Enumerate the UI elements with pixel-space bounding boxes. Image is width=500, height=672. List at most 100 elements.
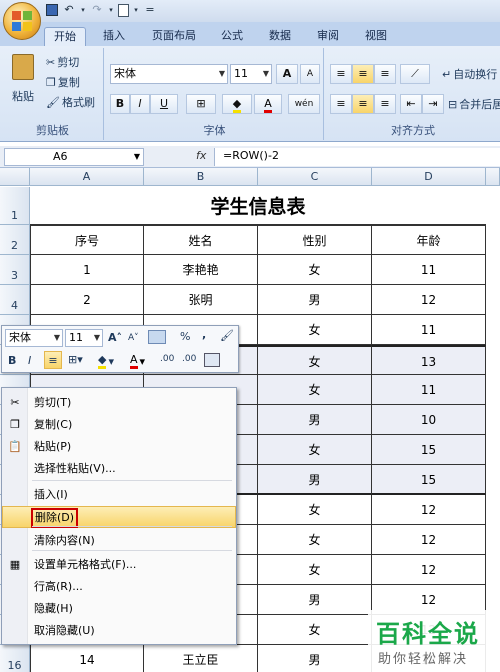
tab-data[interactable]: 数据 [262, 27, 298, 46]
mini-fill-color-icon[interactable]: ◆ ▾ [98, 353, 114, 369]
undo-dropdown-icon[interactable]: ▾ [80, 3, 86, 17]
cell-gender[interactable]: 女 [258, 435, 372, 465]
grow-font-button[interactable]: A [276, 64, 298, 84]
cut-button[interactable]: ✂ 剪切 [46, 54, 79, 70]
context-menu-item[interactable]: ▦ 设置单元格格式(F)... [2, 554, 236, 576]
cell-age[interactable]: 11 [372, 315, 486, 345]
office-button[interactable] [3, 2, 41, 40]
select-all-corner[interactable] [0, 168, 30, 186]
mini-size-combo[interactable]: 11 ▼ [65, 329, 103, 347]
undo-icon[interactable]: ↶ [62, 3, 76, 17]
mini-shrink-font-button[interactable]: A˅ [128, 333, 139, 343]
font-size-combo[interactable]: 11 ▼ [230, 64, 272, 84]
align-center-button[interactable]: ≡ [352, 94, 374, 114]
cell-gender[interactable]: 女 [258, 555, 372, 585]
mini-merge-icon[interactable] [204, 353, 220, 367]
column-header-d[interactable]: D [372, 168, 486, 186]
header-cell-name[interactable]: 姓名 [144, 225, 258, 255]
column-header-a[interactable]: A [30, 168, 144, 186]
decrease-indent-button[interactable]: ⇤ [400, 94, 422, 114]
mini-percent-button[interactable]: % [180, 330, 190, 343]
format-painter-button[interactable]: 🖌 格式刷 [46, 94, 95, 110]
align-middle-button[interactable]: ≡ [352, 64, 374, 84]
border-button[interactable]: ⊞ [186, 94, 216, 114]
increase-indent-button[interactable]: ⇥ [422, 94, 444, 114]
row-header[interactable]: 4 [0, 285, 30, 315]
mini-font-color-button[interactable]: A ▾ [130, 353, 145, 369]
context-menu-item[interactable]: 取消隐藏(U) [2, 620, 236, 642]
insert-function-button[interactable]: fx [196, 149, 206, 162]
align-bottom-button[interactable]: ≡ [374, 64, 396, 84]
cell-age[interactable]: 10 [372, 405, 486, 435]
paste-button[interactable]: 粘贴 [8, 54, 38, 104]
cell-gender[interactable]: 女 [258, 525, 372, 555]
context-menu-item[interactable]: 隐藏(H) [2, 598, 236, 620]
row-header[interactable]: 2 [0, 225, 30, 255]
font-color-button[interactable]: A [254, 94, 282, 114]
mini-bold-button[interactable]: B [8, 354, 16, 367]
mini-align-center-button[interactable]: ≡ [44, 351, 62, 369]
tab-formulas[interactable]: 公式 [214, 27, 250, 46]
mini-number-format-icon[interactable] [148, 330, 166, 344]
mini-border-icon[interactable]: ⊞▾ [68, 353, 83, 366]
header-cell-index[interactable]: 序号 [30, 225, 144, 255]
cell-gender[interactable]: 女 [258, 255, 372, 285]
context-menu-item[interactable]: 清除内容(N) [2, 530, 236, 552]
cell-gender[interactable]: 男 [258, 645, 372, 672]
formula-input[interactable]: =ROW()-2 [214, 148, 500, 166]
mini-italic-button[interactable]: I [28, 354, 31, 367]
cell-name[interactable]: 李艳艳 [144, 255, 258, 285]
context-menu-item[interactable]: 删除(D) [2, 506, 236, 528]
align-left-button[interactable]: ≡ [330, 94, 352, 114]
header-cell-gender[interactable]: 性别 [258, 225, 372, 255]
tab-view[interactable]: 视图 [358, 27, 394, 46]
mini-decrease-decimal-button[interactable]: .00 [182, 354, 196, 364]
cell-age[interactable]: 11 [372, 375, 486, 405]
mini-grow-font-button[interactable]: A˄ [108, 331, 122, 344]
cell-name[interactable]: 王立臣 [144, 645, 258, 672]
column-header-b[interactable]: B [144, 168, 258, 186]
tab-home[interactable]: 开始 [44, 27, 86, 46]
cell-gender[interactable]: 男 [258, 405, 372, 435]
redo-dropdown-icon[interactable]: ▾ [108, 3, 114, 17]
italic-button[interactable]: I [130, 94, 150, 114]
tab-insert[interactable]: 插入 [96, 27, 132, 46]
fill-color-button[interactable]: ◆ [222, 94, 252, 114]
mini-comma-button[interactable]: , [202, 328, 206, 341]
cell-age[interactable]: 13 [372, 345, 486, 375]
cell-index[interactable]: 1 [30, 255, 144, 285]
context-menu-item[interactable]: 插入(I) [2, 484, 236, 506]
cell-gender[interactable]: 男 [258, 285, 372, 315]
cell-age[interactable]: 12 [372, 525, 486, 555]
print-preview-icon[interactable] [118, 3, 129, 17]
cell-age[interactable]: 12 [372, 285, 486, 315]
mini-font-combo[interactable]: 宋体 ▼ [5, 329, 63, 347]
cell-age[interactable]: 11 [372, 255, 486, 285]
bold-button[interactable]: B [110, 94, 130, 114]
cell-age[interactable]: 12 [372, 495, 486, 525]
sheet-title[interactable]: 学生信息表 [30, 187, 486, 225]
header-cell-age[interactable]: 年龄 [372, 225, 486, 255]
cell-gender[interactable]: 男 [258, 585, 372, 615]
mini-format-painter-icon[interactable]: 🖌 [220, 329, 234, 342]
phonetic-button[interactable]: wén [288, 94, 320, 114]
row-header[interactable]: 3 [0, 255, 30, 285]
cell-gender[interactable]: 女 [258, 375, 372, 405]
underline-button[interactable]: U [150, 94, 178, 114]
row-header[interactable]: 16 [0, 645, 30, 672]
tab-page-layout[interactable]: 页面布局 [146, 27, 202, 46]
cell-gender[interactable]: 女 [258, 615, 372, 645]
cell-age[interactable]: 12 [372, 555, 486, 585]
align-right-button[interactable]: ≡ [374, 94, 396, 114]
cell-gender[interactable]: 男 [258, 465, 372, 495]
name-box[interactable]: A6 ▼ [4, 148, 144, 166]
redo-icon[interactable]: ↷ [90, 3, 104, 17]
mini-increase-decimal-button[interactable]: .00 [160, 354, 174, 364]
tab-review[interactable]: 审阅 [310, 27, 346, 46]
merge-center-button[interactable]: ⊟合并后居中 [448, 96, 500, 112]
customize-qat-icon[interactable]: = [143, 3, 157, 17]
cell-gender[interactable]: 女 [258, 345, 372, 375]
print-preview-dropdown-icon[interactable]: ▾ [133, 3, 139, 17]
column-header-c[interactable]: C [258, 168, 372, 186]
wrap-text-button[interactable]: ↵ 自动换行 [442, 66, 497, 82]
